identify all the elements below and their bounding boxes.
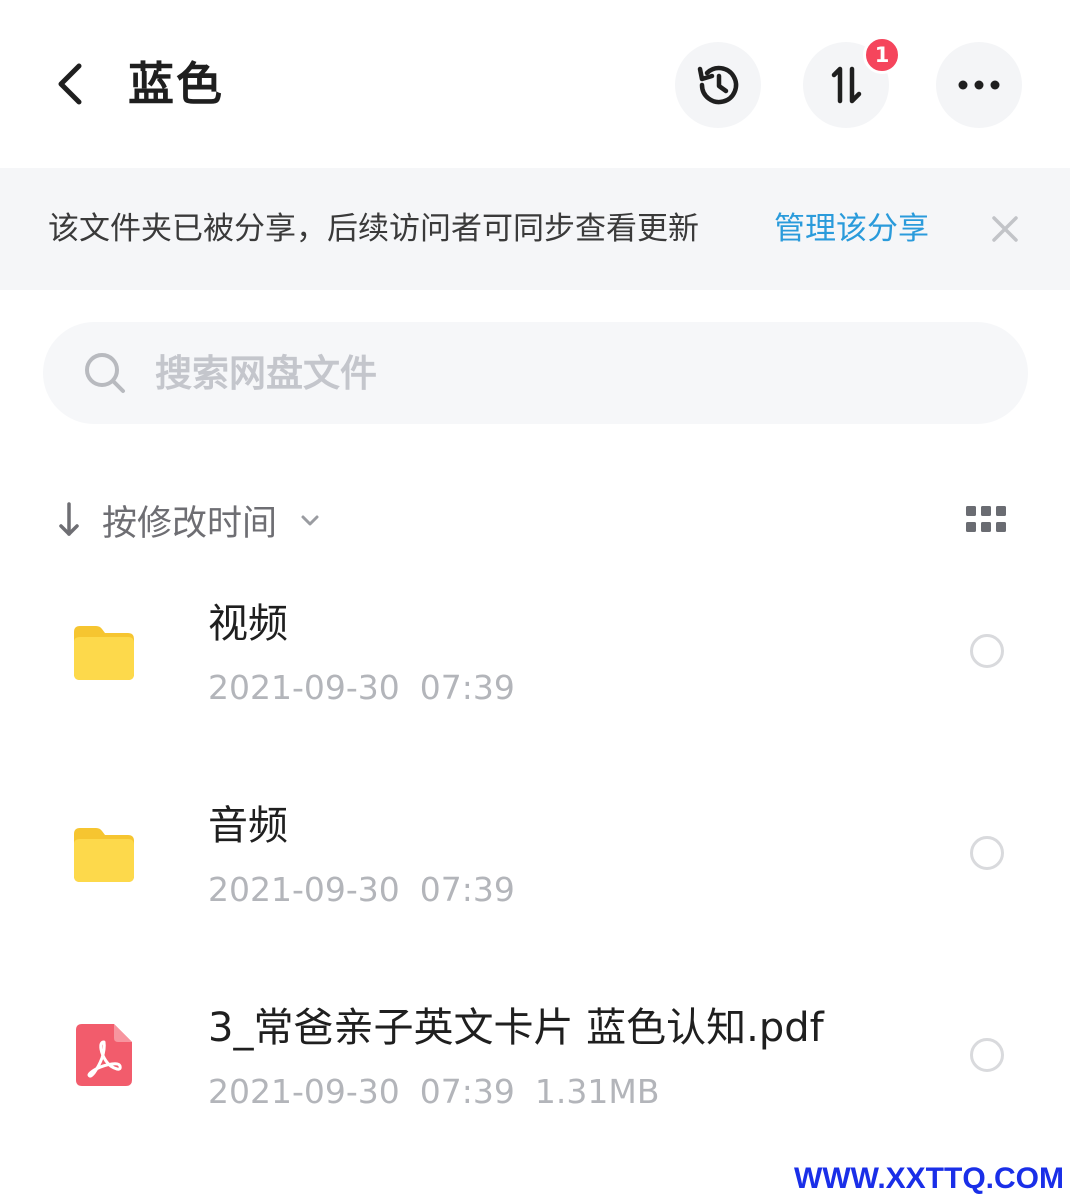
transfer-badge: 1 <box>863 36 901 74</box>
more-button[interactable] <box>936 42 1022 128</box>
share-notice-text: 该文件夹已被分享，后续访问者可同步查看更新 <box>48 211 699 247</box>
page: 蓝色 1 该文件夹已被分享，后续访问者可同步查看更新 管理该分享 搜索网盘文件 … <box>0 0 1070 1200</box>
file-select-checkbox[interactable] <box>970 836 1004 870</box>
search-input[interactable] <box>155 322 975 424</box>
pdf-file-icon <box>76 1024 132 1086</box>
file-name: 音频 <box>208 803 288 849</box>
sort-label: 按修改时间 <box>102 503 278 544</box>
file-row-audio[interactable]: 音频 2021-09-30 07:39 <box>0 782 1070 972</box>
file-date: 2021-09-30 <box>208 870 400 909</box>
file-meta: 2021-09-30 07:39 <box>208 662 535 714</box>
file-date: 2021-09-30 <box>208 668 400 707</box>
history-button[interactable] <box>675 42 761 128</box>
sort-bar: 按修改时间 <box>0 480 1070 560</box>
back-button[interactable] <box>40 52 100 116</box>
file-meta: 2021-09-30 07:39 <box>208 864 535 916</box>
file-size: 1.31MB <box>534 1072 660 1111</box>
folder-icon <box>74 828 134 882</box>
file-name: 视频 <box>208 601 288 647</box>
file-row-pdf[interactable]: 3_常爸亲子英文卡片 蓝色认知.pdf 2021-09-30 07:39 1.31M… <box>0 984 1070 1174</box>
chevron-down-icon <box>301 515 319 526</box>
transfer-icon <box>831 66 862 104</box>
close-icon <box>992 216 1018 242</box>
chevron-left-icon <box>58 63 82 105</box>
file-date: 2021-09-30 <box>208 1072 400 1111</box>
notice-close-button[interactable] <box>982 206 1028 252</box>
transfer-button[interactable]: 1 <box>803 36 901 128</box>
sort-dropdown[interactable]: 按修改时间 <box>52 480 323 560</box>
arrow-down-icon <box>59 502 79 536</box>
manage-share-link[interactable]: 管理该分享 <box>774 168 929 290</box>
history-icon <box>697 65 739 105</box>
file-select-checkbox[interactable] <box>970 634 1004 668</box>
file-time: 07:39 <box>419 870 515 909</box>
file-select-checkbox[interactable] <box>970 1038 1004 1072</box>
file-meta: 2021-09-30 07:39 1.31MB <box>208 1066 679 1118</box>
file-row-video[interactable]: 视频 2021-09-30 07:39 <box>0 580 1070 770</box>
search-bar[interactable] <box>43 322 1028 424</box>
watermark: WWW.XXTTQ.COM <box>794 1162 1064 1195</box>
header: 蓝色 1 <box>0 0 1070 165</box>
file-time: 07:39 <box>419 1072 515 1111</box>
grid-view-icon[interactable] <box>964 502 1008 538</box>
more-dots-icon <box>958 80 1000 90</box>
file-name: 3_常爸亲子英文卡片 蓝色认知.pdf <box>208 1005 824 1051</box>
search-icon <box>85 353 125 393</box>
folder-icon <box>74 626 134 680</box>
page-title: 蓝色 <box>128 57 224 111</box>
file-time: 07:39 <box>419 668 515 707</box>
share-notice: 该文件夹已被分享，后续访问者可同步查看更新 管理该分享 <box>0 168 1070 290</box>
